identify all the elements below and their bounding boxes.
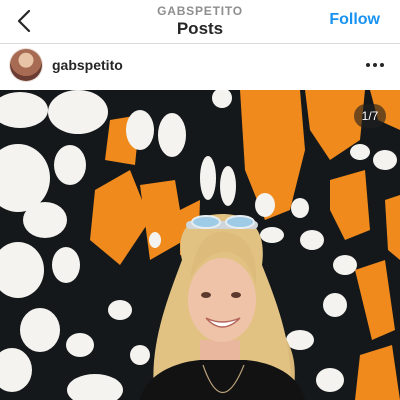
post-header: gabspetito: [0, 44, 400, 90]
avatar[interactable]: [10, 49, 42, 81]
post-image[interactable]: [0, 90, 400, 400]
butterfly-mural-photo: [0, 90, 400, 400]
post-username[interactable]: gabspetito: [52, 57, 123, 73]
top-navigation-bar: GABSPETITO Posts Follow: [0, 0, 400, 44]
ellipsis-icon[interactable]: [364, 54, 386, 76]
follow-button[interactable]: Follow: [329, 11, 380, 29]
image-counter: 1/7: [354, 104, 386, 128]
